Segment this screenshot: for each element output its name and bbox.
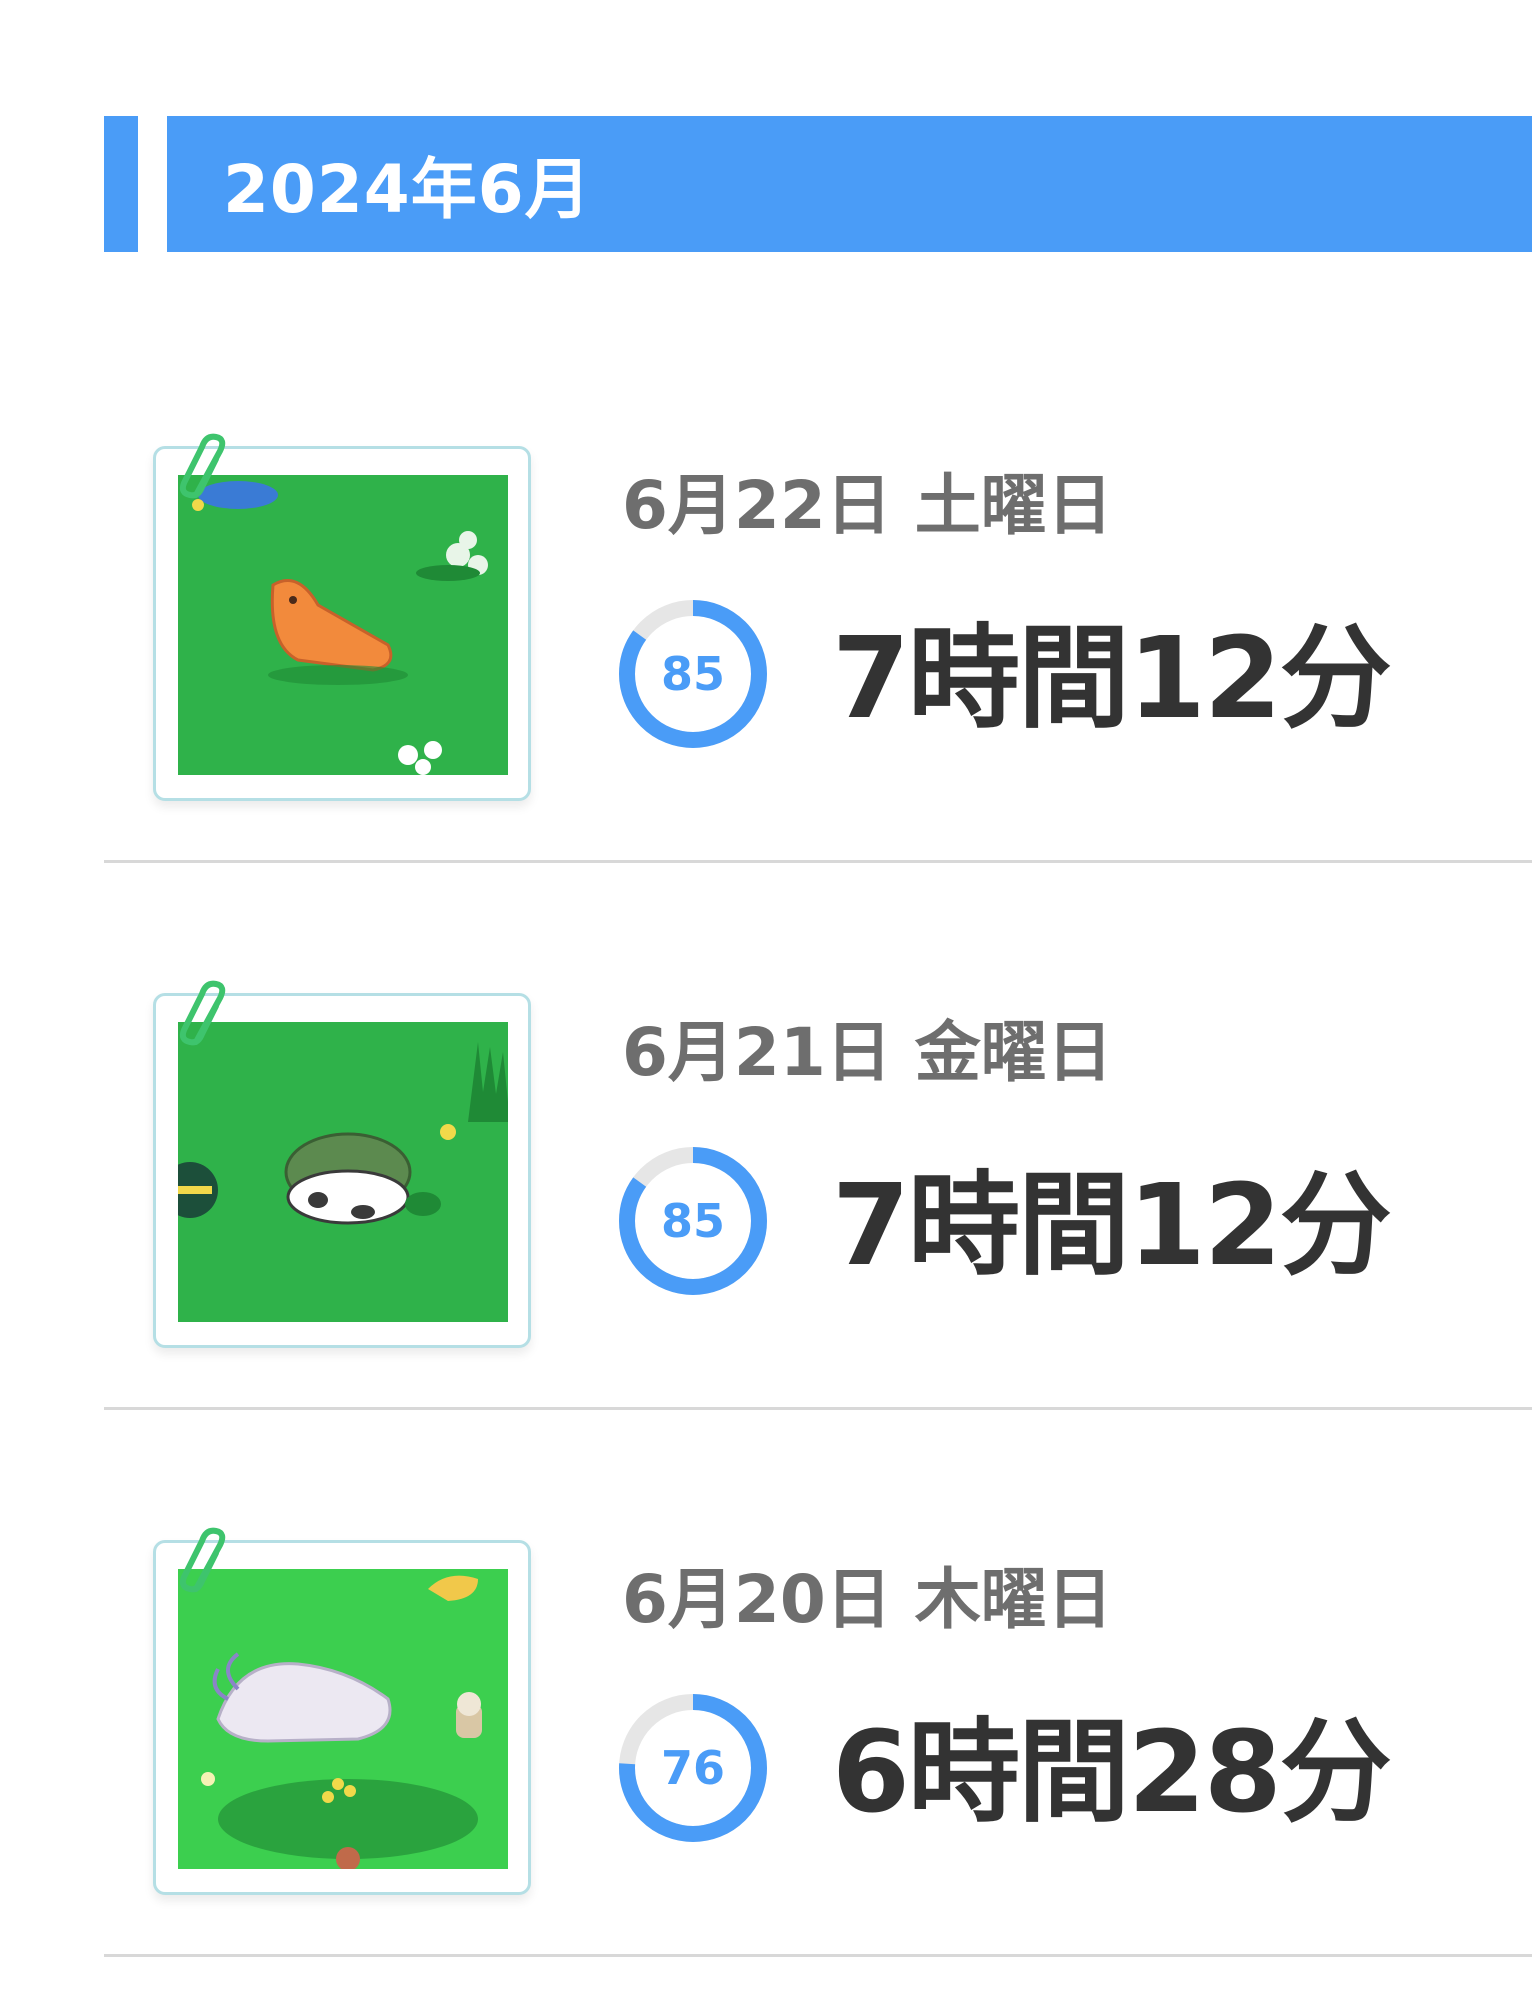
entry-date: 6月21日 金曜日 bbox=[622, 1014, 1113, 1091]
sleep-duration: 7時間12分 bbox=[832, 614, 1392, 744]
sleep-duration: 7時間12分 bbox=[832, 1161, 1392, 1291]
sleep-score-value: 85 bbox=[660, 647, 725, 701]
month-title: 2024年6月 bbox=[223, 151, 592, 228]
sleep-entry[interactable]: 6月22日 土曜日 85 7時間12分 bbox=[104, 316, 1532, 863]
sleeping-shell-scene-icon bbox=[178, 1022, 508, 1322]
sleep-duration: 6時間28分 bbox=[832, 1708, 1392, 1838]
entry-date: 6月20日 木曜日 bbox=[622, 1561, 1113, 1638]
sleep-entry[interactable]: 6月20日 木曜日 76 6時間28分 bbox=[104, 1410, 1532, 1957]
entry-date: 6月22日 土曜日 bbox=[622, 467, 1113, 544]
sleep-score-value: 85 bbox=[660, 1194, 725, 1248]
month-header-accent bbox=[104, 116, 138, 252]
month-header: 2024年6月 bbox=[167, 116, 1532, 252]
sleep-thumbnail[interactable] bbox=[153, 980, 531, 1348]
entry-divider bbox=[104, 1954, 1532, 1957]
paperclip-icon bbox=[179, 980, 226, 1046]
sleep-thumbnail[interactable] bbox=[153, 1527, 531, 1895]
paperclip-icon bbox=[179, 433, 226, 499]
sleep-thumbnail[interactable] bbox=[153, 433, 531, 801]
sleep-entry[interactable]: 6月21日 金曜日 85 7時間12分 bbox=[104, 863, 1532, 1410]
sleep-score-value: 76 bbox=[660, 1741, 725, 1795]
sleeping-metapod-scene-icon bbox=[178, 475, 508, 775]
sleeping-ninetales-scene-icon bbox=[178, 1569, 508, 1869]
paperclip-icon bbox=[179, 1527, 226, 1593]
